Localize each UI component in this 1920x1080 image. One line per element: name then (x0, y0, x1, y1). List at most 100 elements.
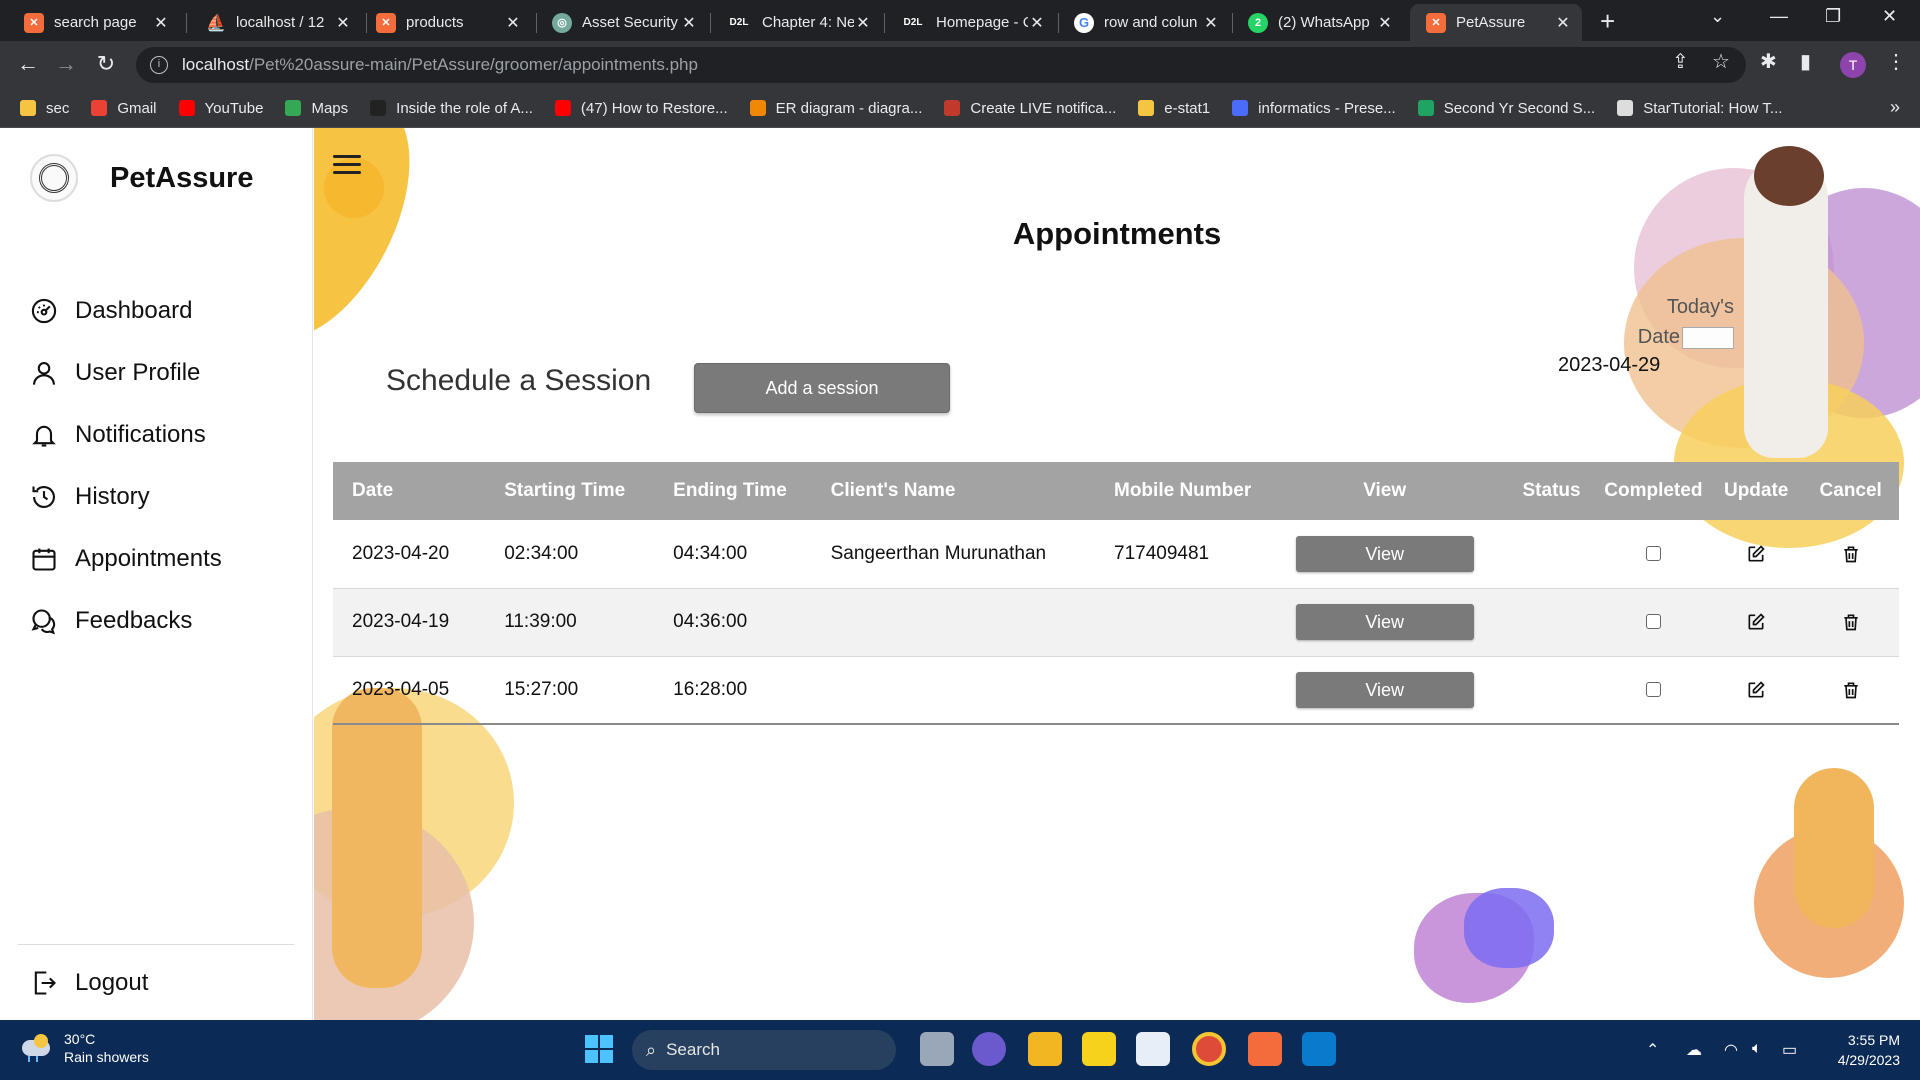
brand[interactable]: PetAssure (30, 154, 253, 202)
close-icon[interactable]: ✕ (334, 13, 352, 33)
close-icon[interactable]: ✕ (1376, 13, 1394, 33)
close-icon[interactable]: ✕ (680, 13, 698, 33)
completed-checkbox[interactable] (1645, 546, 1661, 562)
reload-icon[interactable]: ↻ (92, 51, 120, 77)
trash-icon[interactable] (1841, 612, 1861, 632)
completed-checkbox[interactable] (1645, 614, 1661, 630)
bookmark[interactable]: (47) How to Restore... (554, 100, 728, 117)
browser-tab[interactable]: D2L Homepage - C ✕ (884, 4, 1056, 41)
tray-overflow-chevron-icon[interactable]: ⌃ (1646, 1040, 1659, 1060)
browser-tab[interactable]: G row and colun ✕ (1058, 4, 1230, 41)
onedrive-icon[interactable]: ☁ (1686, 1040, 1702, 1060)
close-icon[interactable]: ✕ (1028, 13, 1046, 33)
browser-tab[interactable]: D2L Chapter 4: Ne ✕ (710, 4, 882, 41)
view-button[interactable]: View (1295, 535, 1474, 572)
vscode-icon[interactable] (1302, 1032, 1336, 1066)
address-bar[interactable]: i localhost/Pet%20assure-main/PetAssure/… (136, 47, 1746, 83)
weather-widget[interactable]: 30°C Rain showers (20, 1030, 149, 1066)
bookmark[interactable]: StarTutorial: How T... (1617, 100, 1782, 117)
bookmark[interactable]: informatics - Prese... (1232, 100, 1396, 117)
view-button[interactable]: View (1295, 604, 1474, 640)
trash-icon[interactable] (1841, 544, 1861, 564)
bookmark[interactable]: Maps (285, 100, 348, 117)
bookmark[interactable]: Create LIVE notifica... (944, 100, 1116, 117)
browser-tab[interactable]: 2 (2) WhatsApp ✕ (1232, 4, 1404, 41)
windows-start-icon[interactable] (582, 1032, 616, 1066)
browser-tab-active[interactable]: ✕ PetAssure ✕ (1410, 4, 1582, 41)
completed-checkbox[interactable] (1645, 682, 1661, 698)
browser-toolbar: ← → ↻ i localhost/Pet%20assure-main/PetA… (0, 41, 1920, 89)
menu-toggle-icon[interactable] (333, 155, 361, 179)
bookmark-label: YouTube (204, 99, 264, 117)
back-arrow-icon[interactable]: ← (14, 51, 42, 77)
volume-icon[interactable]: 🔈︎ (1752, 1040, 1762, 1058)
bookmark[interactable]: YouTube (178, 99, 264, 117)
task-view-icon[interactable] (920, 1032, 954, 1066)
bookmarks-overflow-icon[interactable]: » (1890, 97, 1900, 118)
close-icon[interactable]: ✕ (152, 13, 170, 33)
sidebar-item-dashboard[interactable]: Dashboard (30, 280, 222, 342)
tab-title: Homepage - C (936, 14, 1028, 31)
tab-search-chevron-icon[interactable]: ⌄ (1710, 6, 1725, 27)
chrome-icon[interactable] (1192, 1032, 1226, 1066)
forward-arrow-icon[interactable]: → (52, 51, 80, 77)
minimize-icon[interactable]: — (1770, 6, 1788, 27)
sidebar-item-history[interactable]: History (30, 466, 222, 528)
teams-chat-icon[interactable] (972, 1032, 1006, 1066)
new-tab-plus-icon[interactable]: + (1600, 6, 1615, 37)
window-close-icon[interactable]: ✕ (1882, 6, 1897, 27)
bookmark[interactable]: Second Yr Second S... (1417, 99, 1596, 117)
close-icon[interactable]: ✕ (1202, 13, 1220, 33)
sidebar-item-notifications[interactable]: Notifications (30, 404, 222, 466)
bookmark[interactable]: ER diagram - diagra... (749, 100, 922, 117)
side-panel-icon[interactable]: ▮ (1800, 49, 1811, 74)
sidebar-item-user-profile[interactable]: User Profile (30, 342, 222, 404)
add-session-button[interactable]: Add a session (694, 363, 950, 413)
edit-icon[interactable] (1746, 544, 1766, 564)
share-icon[interactable]: ⇪ (1672, 49, 1689, 74)
file-explorer-icon[interactable] (1028, 1032, 1062, 1066)
bookmark-label: sec (46, 99, 70, 117)
youtube-icon (178, 100, 195, 116)
bookmark[interactable]: sec (20, 100, 69, 117)
bookmark[interactable]: Gmail (91, 100, 157, 117)
profile-avatar[interactable]: T (1840, 52, 1866, 78)
view-button[interactable]: View (1295, 671, 1474, 708)
taskbar-search-label: Search (666, 1040, 720, 1059)
xampp-icon[interactable] (1248, 1032, 1282, 1066)
bookmark[interactable]: e-stat1 (1138, 100, 1210, 117)
close-icon[interactable]: ✕ (854, 13, 872, 33)
kebab-menu-icon[interactable]: ⋮ (1886, 49, 1906, 74)
sticky-notes-icon[interactable] (1082, 1032, 1116, 1066)
browser-tab[interactable]: ✕ search page ✕ (8, 4, 180, 41)
edit-icon[interactable] (1746, 612, 1766, 632)
sidebar-item-appointments[interactable]: Appointments (30, 528, 222, 590)
restore-icon[interactable]: ❐ (1825, 6, 1841, 27)
column-header: Starting Time (485, 462, 655, 520)
bookmark[interactable]: Inside the role of A... (370, 100, 533, 117)
logout-button[interactable]: Logout (30, 969, 148, 997)
system-clock[interactable]: 3:55 PM 4/29/2023 (1820, 1030, 1900, 1070)
battery-icon[interactable]: ▭ (1782, 1040, 1797, 1060)
cell-status (1506, 588, 1597, 657)
browser-tab[interactable]: ⛵ localhost / 12 ✕ (190, 4, 362, 41)
edit-icon[interactable] (1746, 680, 1766, 700)
microsoft-store-icon[interactable] (1136, 1032, 1170, 1066)
close-icon[interactable]: ✕ (1554, 13, 1572, 33)
sidebar-item-feedbacks[interactable]: Feedbacks (30, 590, 222, 652)
bookmark-label: Second Yr Second S... (1443, 99, 1596, 117)
bookmark-star-icon[interactable]: ☆ (1712, 49, 1730, 74)
calendar-icon (32, 548, 56, 571)
site-info-icon[interactable]: i (150, 56, 168, 74)
trash-icon[interactable] (1841, 680, 1861, 700)
wifi-icon[interactable]: ◠ (1724, 1040, 1738, 1060)
youtube-icon (554, 100, 571, 116)
close-icon[interactable]: ✕ (504, 13, 522, 33)
cell-date: 2023-04-05 (333, 656, 486, 725)
extensions-puzzle-icon[interactable]: ✱ (1760, 49, 1777, 74)
browser-tab[interactable]: ✕ products ✕ (360, 4, 532, 41)
site-icon (370, 100, 387, 116)
browser-tab[interactable]: ◎ Asset Security ✕ (536, 4, 708, 41)
xampp-icon: ✕ (24, 12, 44, 33)
taskbar-search[interactable]: ⌕ Search (632, 1030, 896, 1070)
